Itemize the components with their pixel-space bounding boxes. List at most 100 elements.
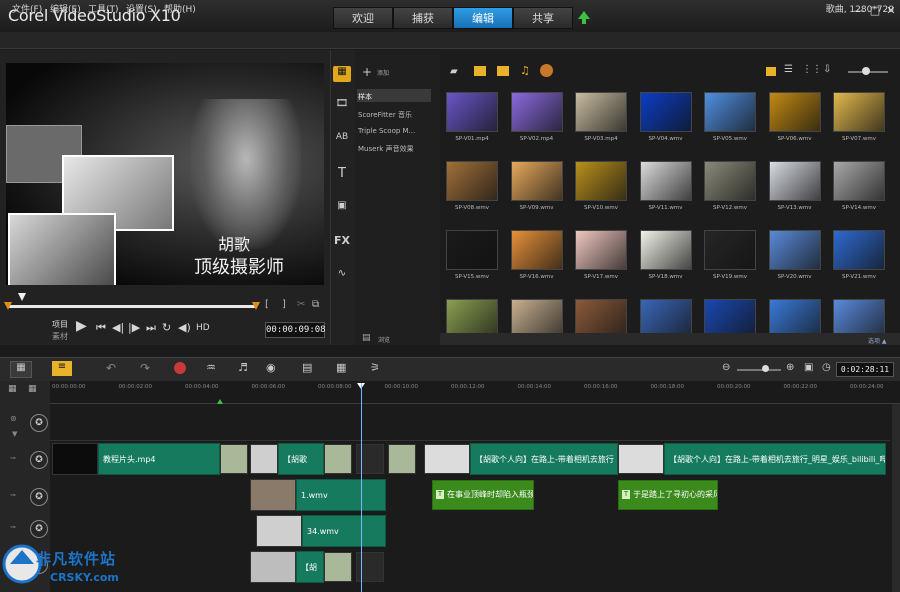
transition-thumb[interactable]: [388, 444, 416, 474]
media-thumbnail[interactable]: [704, 92, 756, 132]
instant-project-icon[interactable]: 🎞: [333, 98, 351, 114]
home-icon[interactable]: ⏮: [96, 321, 106, 335]
trim-end-marker[interactable]: [252, 302, 260, 310]
redo-icon[interactable]: ↷: [140, 361, 150, 375]
menu-tools[interactable]: 工具(T): [88, 2, 119, 15]
clip-hu[interactable]: 【胡歌: [278, 443, 324, 475]
media-thumbnail[interactable]: [575, 92, 627, 132]
mark-out-icon[interactable]: ]: [282, 299, 286, 310]
timeline-scrollbar[interactable]: [892, 404, 900, 592]
clip-thumb[interactable]: [250, 444, 278, 474]
timeline-view-icon[interactable]: ≡: [52, 361, 72, 376]
enlarge-icon[interactable]: ⧉: [312, 299, 319, 310]
next-frame-icon[interactable]: |▶: [128, 321, 140, 334]
media-thumbnail[interactable]: [833, 161, 885, 201]
show-video-icon[interactable]: [474, 66, 486, 76]
undo-icon[interactable]: ↶: [106, 361, 116, 375]
track-manager-icon[interactable]: ▦: [8, 384, 17, 394]
thumb-size-handle[interactable]: [862, 67, 870, 75]
track-toggle-1[interactable]: ⊛: [10, 414, 17, 423]
media-thumbnail[interactable]: [446, 230, 498, 270]
menu-help[interactable]: 帮助(H): [164, 2, 196, 15]
video-track-icon[interactable]: ✪: [30, 451, 48, 469]
end-icon[interactable]: ⏭: [146, 321, 156, 335]
media-thumbnail[interactable]: [639, 161, 692, 201]
play-icon[interactable]: ▶: [76, 318, 87, 334]
storyboard-view-icon[interactable]: ▦: [10, 361, 32, 378]
clip-longvideo-1[interactable]: 【胡歌个人向】在路上-带着相机去旅行: [470, 443, 618, 475]
media-thumbnail[interactable]: [446, 92, 498, 132]
trim-start-marker[interactable]: [4, 302, 12, 310]
folder-samples[interactable]: 样本: [358, 92, 372, 102]
media-thumbnail[interactable]: [768, 230, 821, 270]
media-thumbnail[interactable]: [833, 230, 885, 270]
clip-thumb[interactable]: [250, 479, 296, 511]
add-label[interactable]: 添加: [377, 68, 389, 77]
clip-thumb[interactable]: [52, 443, 98, 475]
auto-music-icon[interactable]: ♬: [238, 361, 248, 374]
prev-frame-icon[interactable]: ◀|: [112, 321, 124, 334]
zoom-slider[interactable]: [737, 369, 781, 371]
overlay-track-icon[interactable]: ✪: [30, 488, 48, 506]
clip-overlay-1[interactable]: 1.wmv: [296, 479, 386, 511]
media-thumbnail[interactable]: [446, 161, 498, 201]
view-thumb-icon[interactable]: [766, 67, 776, 76]
filter-icon[interactable]: FX: [333, 234, 351, 250]
title-clip-1[interactable]: T 在事业顶峰时却陷入瓶颈: [432, 480, 534, 510]
transition-icon[interactable]: AB: [333, 132, 351, 148]
player-timecode[interactable]: 00:00:09:08: [265, 322, 326, 338]
menu-file[interactable]: 文件(F): [12, 2, 42, 15]
scrub-handle[interactable]: [18, 293, 26, 301]
folder-triple-scoop[interactable]: Triple Scoop M...: [358, 127, 415, 135]
mode-clip[interactable]: 素材: [52, 331, 68, 342]
tab-edit[interactable]: 编辑: [453, 7, 513, 29]
motion-tracking-icon[interactable]: ◉: [266, 361, 276, 374]
title-clip-2[interactable]: T 于是踏上了寻初心的采风: [618, 480, 718, 510]
time-remap-icon[interactable]: ⚞: [370, 361, 380, 374]
media-thumbnail[interactable]: [833, 92, 885, 132]
clip-thumb[interactable]: [250, 551, 296, 583]
media-thumbnail[interactable]: [575, 230, 627, 270]
media-thumbnail[interactable]: [510, 92, 563, 132]
sort-icon[interactable]: ⇩: [823, 64, 831, 75]
media-icon[interactable]: ▦: [333, 66, 351, 82]
transition-thumb[interactable]: [324, 444, 352, 474]
track-icon-1[interactable]: ✪: [30, 414, 48, 432]
multi-camera-icon[interactable]: ▦: [336, 361, 346, 374]
folder-muserk[interactable]: Muserk 声音效果: [358, 144, 414, 154]
show-photo-icon[interactable]: [497, 66, 509, 76]
media-thumbnail[interactable]: [768, 92, 821, 132]
tab-capture[interactable]: 捕获: [393, 7, 453, 29]
media-thumbnail[interactable]: [768, 161, 821, 201]
clip-longvideo-2[interactable]: 【胡歌个人向】在路上-带着相机去旅行_明星_娱乐_bilibili_哔: [664, 443, 886, 475]
playhead-line[interactable]: [361, 383, 362, 592]
repeat-icon[interactable]: ↻: [162, 321, 171, 334]
overlay2-track-icon[interactable]: ✪: [30, 520, 48, 538]
hd-label[interactable]: HD: [196, 323, 210, 333]
browse-label[interactable]: 浏览: [378, 335, 390, 344]
mark-in-icon[interactable]: [: [265, 299, 269, 310]
scrub-bar[interactable]: [8, 305, 256, 308]
folder-open-icon[interactable]: ▰: [450, 66, 458, 77]
fit-project-icon[interactable]: ▣: [804, 362, 813, 373]
subtitle-editor-icon[interactable]: ▤: [302, 361, 312, 374]
transition-thumb[interactable]: [220, 444, 248, 474]
record-capture-icon[interactable]: [174, 362, 186, 374]
title-icon[interactable]: T: [333, 166, 351, 182]
volume-icon[interactable]: ◀): [178, 321, 191, 334]
grid-scrollbar[interactable]: [440, 333, 900, 345]
clip-thumb[interactable]: [618, 444, 664, 474]
media-thumbnail[interactable]: [639, 230, 692, 270]
zoom-in-icon[interactable]: ⊕: [786, 362, 794, 373]
zoom-out-icon[interactable]: ⊖: [722, 362, 730, 373]
graphic-icon[interactable]: ▣: [333, 200, 351, 216]
menu-edit[interactable]: 编辑(E): [50, 2, 81, 15]
split-icon[interactable]: ✂: [297, 299, 305, 310]
clip-thumb[interactable]: [424, 444, 470, 474]
menu-settings[interactable]: 设置(S): [126, 2, 157, 15]
media-thumbnail[interactable]: [510, 161, 563, 201]
clip-intro[interactable]: 教程片头.mp4: [98, 443, 220, 475]
tab-welcome[interactable]: 欢迎: [333, 7, 393, 29]
zoom-handle[interactable]: [762, 365, 769, 372]
track-expand-1[interactable]: ▼: [12, 430, 17, 438]
